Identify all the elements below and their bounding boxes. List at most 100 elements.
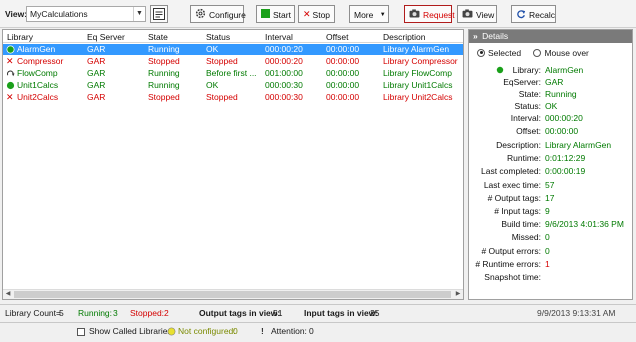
status-timestamp: 9/9/2013 9:13:31 AM	[537, 308, 616, 318]
request-label: Request	[423, 9, 455, 20]
pending-arrow-icon	[6, 70, 15, 77]
detail-row-state: State: Running	[518, 89, 577, 99]
cell-library: FlowComp	[17, 68, 58, 78]
stop-label: Stop	[312, 9, 331, 20]
col-header-offset[interactable]: Offset	[326, 32, 349, 42]
detail-row-library: Library: AlarmGen	[512, 65, 584, 75]
cell-state: Running	[148, 44, 180, 54]
details-mode-radios: Selected Mouse over	[477, 47, 599, 58]
configure-button[interactable]: Configure	[190, 5, 246, 23]
scroll-left-icon[interactable]: ◀	[3, 290, 13, 299]
detail-row-input-tags: # Input tags: 9	[494, 206, 550, 216]
cell-status: OK	[206, 80, 219, 90]
output-tags-value: 51	[273, 308, 283, 318]
cell-state: Running	[148, 68, 180, 78]
table-row[interactable]: AlarmGen GAR Running OK 000:00:20 00:00:…	[3, 44, 463, 55]
col-header-eq-server[interactable]: Eq Server	[87, 32, 125, 42]
cell-description: Library FlowComp	[383, 68, 452, 78]
cell-offset: 00:00:00	[326, 56, 360, 66]
stopped-count-label: Stopped:	[130, 308, 165, 318]
scroll-right-icon[interactable]: ▶	[453, 290, 463, 299]
radio-selected[interactable]	[477, 48, 485, 57]
collapse-chevron-icon[interactable]: »	[473, 31, 478, 41]
cell-eq-server: GAR	[87, 92, 106, 102]
attention-label: Attention:	[271, 326, 307, 336]
cell-offset: 00:00:00	[326, 44, 360, 54]
detail-row-last-exec-time: Last exec time: 57	[483, 180, 555, 190]
cell-state: Stopped	[148, 92, 180, 102]
configure-label: Configure	[209, 9, 246, 20]
library-count-value: 5	[59, 308, 64, 318]
stopped-x-icon: ✕	[6, 56, 14, 66]
more-button[interactable]: More ▼	[349, 5, 389, 23]
view-button[interactable]: View	[457, 5, 497, 23]
detail-row-snapshot-time: Snapshot time:	[484, 272, 541, 282]
col-header-library[interactable]: Library	[7, 32, 33, 42]
col-header-state[interactable]: State	[148, 32, 168, 42]
col-header-description[interactable]: Description	[383, 32, 426, 42]
camera-icon	[409, 9, 420, 18]
cell-interval: 000:00:30	[265, 92, 303, 102]
request-button[interactable]: Request	[404, 5, 455, 23]
show-called-libraries-label[interactable]: Show Called Libraries	[89, 326, 172, 336]
details-header[interactable]: » Details	[469, 30, 632, 43]
edit-view-button[interactable]	[150, 5, 168, 23]
stop-x-icon: ✕	[303, 8, 311, 19]
cell-eq-server: GAR	[87, 80, 106, 90]
detail-row-offset: Offset: 00:00:00	[516, 126, 579, 136]
cell-description: Library Unit1Calcs	[383, 80, 453, 90]
horizontal-scrollbar[interactable]: ◀ ▶	[3, 289, 463, 299]
view-select[interactable]: MyCalculations ▼	[26, 6, 146, 22]
more-label: More	[354, 9, 374, 20]
col-header-status[interactable]: Status	[206, 32, 230, 42]
start-label: Start	[273, 9, 291, 20]
cell-description: Library Unit2Calcs	[383, 92, 453, 102]
details-panel: » Details Selected Mouse over Library: Al…	[468, 29, 633, 300]
detail-row-interval: Interval: 000:00:20	[510, 113, 583, 123]
detail-row-output-errors: # Output errors: 0	[481, 246, 550, 256]
table-row[interactable]: ✕ Unit2Calcs GAR Stopped Stopped 000:00:…	[3, 92, 463, 103]
cell-description: Library Compressor	[383, 56, 458, 66]
cell-status: Before first ...	[206, 68, 257, 78]
stopped-count-value: 2	[164, 308, 169, 318]
table-row[interactable]: ✕ Compressor GAR Stopped Stopped 000:00:…	[3, 56, 463, 67]
cell-library: Unit2Calcs	[17, 92, 59, 102]
view-label-button: View	[476, 9, 495, 20]
table-row[interactable]: Unit1Calcs GAR Running OK 000:00:30 00:0…	[3, 80, 463, 91]
scroll-thumb[interactable]	[14, 291, 451, 298]
status-bar: Library Count= 5 Running: 3 Stopped: 2 O…	[0, 304, 636, 318]
recalc-label: Recalc	[529, 9, 555, 20]
cell-status: OK	[206, 44, 219, 54]
chevron-down-icon: ▼	[133, 7, 145, 21]
attention-icon: !	[261, 326, 264, 336]
detail-row-description: Description: Library AlarmGen	[496, 140, 612, 150]
detail-row-build-time: Build time: 9/6/2013 4:01:36 PM	[501, 219, 624, 229]
cell-state: Stopped	[148, 56, 180, 66]
library-count-label: Library Count=	[5, 308, 61, 318]
input-tags-label: Input tags in view:	[304, 308, 379, 318]
not-configured-label: Not configured:	[178, 326, 236, 336]
library-grid: Library Eq Server State Status Interval …	[2, 29, 464, 300]
start-button[interactable]: Start	[256, 5, 295, 23]
cell-library: Unit1Calcs	[17, 80, 59, 90]
table-row[interactable]: FlowComp GAR Running Before first ... 00…	[3, 68, 463, 79]
not-configured-value: 0	[233, 326, 238, 336]
edit-list-icon	[153, 8, 165, 20]
cell-offset: 00:00:00	[326, 92, 360, 102]
recalc-button[interactable]: Recalc	[511, 5, 556, 23]
stop-button[interactable]: ✕ Stop	[298, 5, 335, 23]
chevron-down-icon: ▼	[379, 11, 386, 18]
show-called-libraries-checkbox[interactable]	[77, 328, 85, 336]
col-header-interval[interactable]: Interval	[265, 32, 293, 42]
gear-icon	[195, 9, 206, 19]
detail-row-missed: Missed: 0	[511, 232, 550, 242]
detail-row-runtime-errors: # Runtime errors: 1	[475, 259, 550, 269]
running-count-label: Running:	[78, 308, 113, 318]
not-configured-icon	[167, 327, 176, 336]
input-tags-value: 25	[370, 308, 380, 318]
cell-state: Running	[148, 80, 180, 90]
detail-row-output-tags: # Output tags: 17	[487, 193, 555, 203]
view-label: View:	[5, 9, 28, 19]
radio-mouse-over[interactable]	[533, 48, 542, 57]
cell-offset: 00:00:00	[326, 80, 360, 90]
